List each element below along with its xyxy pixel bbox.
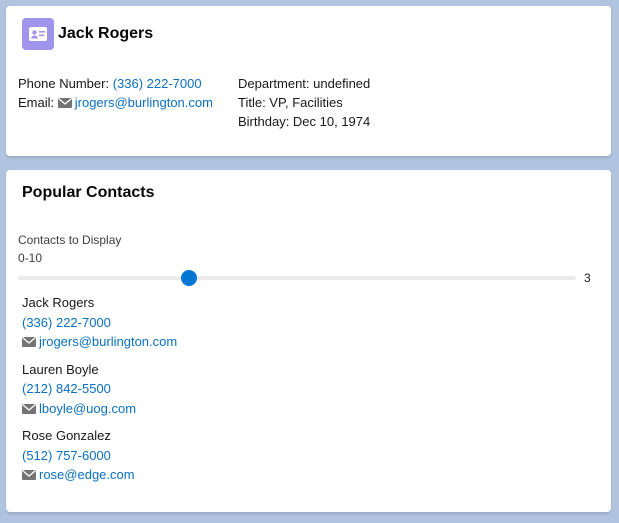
email-link[interactable]: jrogers@burlington.com <box>75 95 213 110</box>
list-item-email[interactable]: jrogers@burlington.com <box>39 334 177 349</box>
email-label: Email: <box>18 95 55 110</box>
slider-thumb[interactable] <box>181 270 197 286</box>
list-item: Rose Gonzalez (512) 757-6000 rose@edge.c… <box>22 426 177 485</box>
popular-contacts-card: Popular Contacts Contacts to Display 0-1… <box>6 170 611 512</box>
contact-name: Jack Rogers <box>58 25 154 42</box>
phone-link[interactable]: (336) 222-7000 <box>113 76 202 91</box>
popular-contacts-title: Popular Contacts <box>22 184 155 201</box>
mail-icon <box>57 98 72 108</box>
phone-label: Phone Number: <box>18 76 110 91</box>
department-text: Department: undefined <box>238 76 371 91</box>
mail-icon <box>22 403 36 414</box>
list-item: Lauren Boyle (212) 842-5500 lboyle@uog.c… <box>22 360 177 419</box>
slider-track[interactable] <box>18 276 576 280</box>
mail-icon <box>22 337 36 347</box>
list-item-email[interactable]: rose@edge.com <box>39 467 135 482</box>
slider-value: 3 <box>584 271 591 285</box>
popular-contacts-list: Jack Rogers (336) 222-7000 jrogers@burli… <box>22 293 177 493</box>
email-row: Email: jrogers@burlington.com <box>18 93 213 112</box>
list-item: Jack Rogers (336) 222-7000 jrogers@burli… <box>22 293 177 352</box>
list-item-phone[interactable]: (336) 222-7000 <box>22 315 111 330</box>
phone-row: Phone Number: (336) 222-7000 <box>18 74 213 93</box>
list-item-phone[interactable]: (512) 757-6000 <box>22 448 111 463</box>
slider-range: 0-10 <box>18 251 43 265</box>
birthday-text: Birthday: Dec 10, 1974 <box>238 114 371 129</box>
contact-details-left: Phone Number: (336) 222-7000 Email: jrog… <box>18 74 213 112</box>
list-item-name: Jack Rogers <box>22 295 95 310</box>
contact-header: Jack Rogers <box>22 18 153 50</box>
list-item-name: Rose Gonzalez <box>22 428 111 443</box>
list-item-name: Lauren Boyle <box>22 361 99 377</box>
title-text: Title: VP, Facilities <box>238 95 343 110</box>
contact-card: Jack Rogers Phone Number: (336) 222-7000… <box>6 6 611 156</box>
mail-icon <box>22 470 36 480</box>
contact-details-right: Department: undefined Title: VP, Facilit… <box>238 74 370 131</box>
list-item-email[interactable]: lboyle@uog.com <box>39 401 136 416</box>
list-item-phone[interactable]: (212) 842-5500 <box>22 381 111 396</box>
contact-card-icon <box>22 18 54 50</box>
slider-label: Contacts to Display <box>18 233 122 247</box>
